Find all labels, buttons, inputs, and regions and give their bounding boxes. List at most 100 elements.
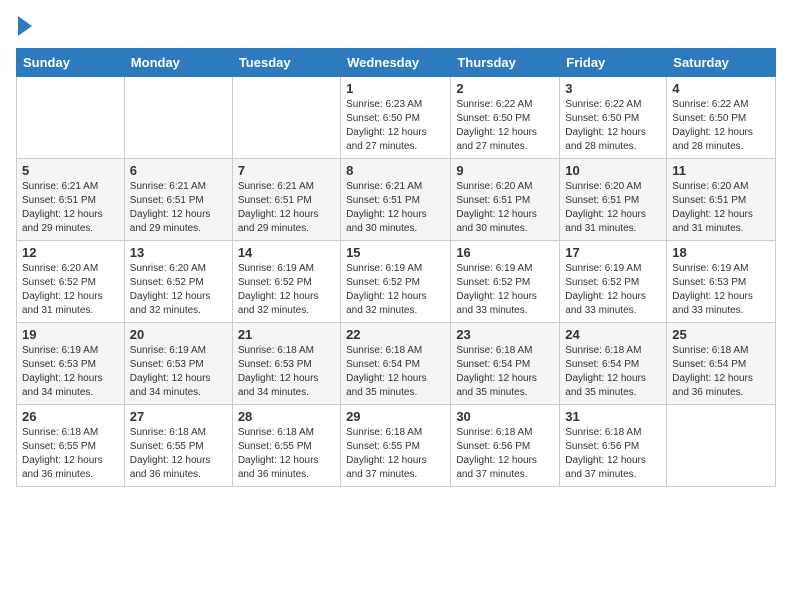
day-number: 31 [565,409,661,424]
day-number: 23 [456,327,554,342]
calendar-cell: 2 Sunrise: 6:22 AMSunset: 6:50 PMDaylight… [451,77,560,159]
calendar-cell: 16Sunrise: 6:19 AMSunset: 6:52 PMDayligh… [451,241,560,323]
day-info: Sunrise: 6:18 AMSunset: 6:55 PMDaylight:… [130,426,227,482]
day-number: 7 [238,163,335,178]
day-info: Sunrise: 6:19 AMSunset: 6:52 PMDaylight:… [456,262,554,318]
day-number: 17 [565,245,661,260]
day-number: 5 [22,163,119,178]
weekday-header-tuesday: Tuesday [232,49,340,77]
day-info: Sunrise: 6:19 AMSunset: 6:52 PMDaylight:… [238,262,335,318]
day-number: 13 [130,245,227,260]
weekday-header-row: SundayMondayTuesdayWednesdayThursdayFrid… [17,49,776,77]
week-row-1: 1 Sunrise: 6:23 AMSunset: 6:50 PMDaylight… [17,77,776,159]
calendar-cell: 6 Sunrise: 6:21 AMSunset: 6:51 PMDaylight… [124,159,232,241]
calendar-cell: 18 Sunrise: 6:19 AMSunset: 6:53 PMDayligh… [667,241,776,323]
calendar-cell: 10Sunrise: 6:20 AMSunset: 6:51 PMDayligh… [560,159,667,241]
day-number: 25 [672,327,770,342]
day-info: Sunrise: 6:22 AMSunset: 6:50 PMDaylight:… [456,98,554,154]
weekday-header-monday: Monday [124,49,232,77]
calendar-cell: 28 Sunrise: 6:18 AMSunset: 6:55 PMDayligh… [232,405,340,487]
day-info: Sunrise: 6:20 AMSunset: 6:51 PMDaylight:… [565,180,661,236]
calendar-cell: 31 Sunrise: 6:18 AMSunset: 6:56 PMDayligh… [560,405,667,487]
day-info: Sunrise: 6:22 AMSunset: 6:50 PMDaylight:… [672,98,770,154]
day-info: Sunrise: 6:18 AMSunset: 6:56 PMDaylight:… [456,426,554,482]
calendar-table: SundayMondayTuesdayWednesdayThursdayFrid… [16,48,776,487]
day-number: 12 [22,245,119,260]
day-number: 4 [672,81,770,96]
calendar-cell: 22 Sunrise: 6:18 AMSunset: 6:54 PMDayligh… [341,323,451,405]
calendar-cell: 5 Sunrise: 6:21 AMSunset: 6:51 PMDaylight… [17,159,125,241]
day-number: 29 [346,409,445,424]
day-info: Sunrise: 6:18 AMSunset: 6:56 PMDaylight:… [565,426,661,482]
day-info: Sunrise: 6:21 AMSunset: 6:51 PMDaylight:… [22,180,119,236]
calendar-cell: 25 Sunrise: 6:18 AMSunset: 6:54 PMDayligh… [667,323,776,405]
weekday-header-thursday: Thursday [451,49,560,77]
day-number: 30 [456,409,554,424]
week-row-4: 19 Sunrise: 6:19 AMSunset: 6:53 PMDayligh… [17,323,776,405]
calendar-cell: 8 Sunrise: 6:21 AMSunset: 6:51 PMDaylight… [341,159,451,241]
header [16,16,776,36]
day-info: Sunrise: 6:18 AMSunset: 6:54 PMDaylight:… [346,344,445,400]
day-number: 14 [238,245,335,260]
calendar-cell [667,405,776,487]
day-info: Sunrise: 6:19 AMSunset: 6:52 PMDaylight:… [565,262,661,318]
calendar-cell: 4 Sunrise: 6:22 AMSunset: 6:50 PMDaylight… [667,77,776,159]
day-info: Sunrise: 6:18 AMSunset: 6:55 PMDaylight:… [22,426,119,482]
day-info: Sunrise: 6:20 AMSunset: 6:51 PMDaylight:… [672,180,770,236]
day-number: 27 [130,409,227,424]
calendar-cell [17,77,125,159]
day-number: 28 [238,409,335,424]
day-info: Sunrise: 6:21 AMSunset: 6:51 PMDaylight:… [238,180,335,236]
logo [16,16,32,36]
day-info: Sunrise: 6:18 AMSunset: 6:54 PMDaylight:… [565,344,661,400]
calendar-cell: 7 Sunrise: 6:21 AMSunset: 6:51 PMDaylight… [232,159,340,241]
calendar-cell: 26 Sunrise: 6:18 AMSunset: 6:55 PMDayligh… [17,405,125,487]
day-info: Sunrise: 6:19 AMSunset: 6:52 PMDaylight:… [346,262,445,318]
day-number: 9 [456,163,554,178]
day-info: Sunrise: 6:23 AMSunset: 6:50 PMDaylight:… [346,98,445,154]
day-info: Sunrise: 6:18 AMSunset: 6:55 PMDaylight:… [238,426,335,482]
logo-arrow-icon [18,16,32,36]
calendar-cell: 30 Sunrise: 6:18 AMSunset: 6:56 PMDayligh… [451,405,560,487]
day-number: 26 [22,409,119,424]
calendar-cell: 21Sunrise: 6:18 AMSunset: 6:53 PMDayligh… [232,323,340,405]
day-info: Sunrise: 6:18 AMSunset: 6:55 PMDaylight:… [346,426,445,482]
day-number: 20 [130,327,227,342]
calendar-cell: 20 Sunrise: 6:19 AMSunset: 6:53 PMDayligh… [124,323,232,405]
day-number: 8 [346,163,445,178]
day-info: Sunrise: 6:20 AMSunset: 6:51 PMDaylight:… [456,180,554,236]
day-number: 11 [672,163,770,178]
weekday-header-saturday: Saturday [667,49,776,77]
day-number: 18 [672,245,770,260]
calendar-cell: 3 Sunrise: 6:22 AMSunset: 6:50 PMDaylight… [560,77,667,159]
weekday-header-wednesday: Wednesday [341,49,451,77]
day-info: Sunrise: 6:21 AMSunset: 6:51 PMDaylight:… [346,180,445,236]
day-number: 19 [22,327,119,342]
weekday-header-friday: Friday [560,49,667,77]
day-number: 22 [346,327,445,342]
day-number: 15 [346,245,445,260]
day-info: Sunrise: 6:20 AMSunset: 6:52 PMDaylight:… [130,262,227,318]
calendar-cell: 19Sunrise: 6:19 AMSunset: 6:53 PMDayligh… [17,323,125,405]
calendar-cell: 24 Sunrise: 6:18 AMSunset: 6:54 PMDayligh… [560,323,667,405]
day-info: Sunrise: 6:22 AMSunset: 6:50 PMDaylight:… [565,98,661,154]
day-info: Sunrise: 6:20 AMSunset: 6:52 PMDaylight:… [22,262,119,318]
week-row-2: 5 Sunrise: 6:21 AMSunset: 6:51 PMDaylight… [17,159,776,241]
day-number: 2 [456,81,554,96]
day-number: 3 [565,81,661,96]
day-info: Sunrise: 6:19 AMSunset: 6:53 PMDaylight:… [130,344,227,400]
day-info: Sunrise: 6:21 AMSunset: 6:51 PMDaylight:… [130,180,227,236]
day-info: Sunrise: 6:18 AMSunset: 6:53 PMDaylight:… [238,344,335,400]
calendar-cell [124,77,232,159]
calendar-cell: 9 Sunrise: 6:20 AMSunset: 6:51 PMDaylight… [451,159,560,241]
calendar-cell: 17 Sunrise: 6:19 AMSunset: 6:52 PMDayligh… [560,241,667,323]
day-info: Sunrise: 6:19 AMSunset: 6:53 PMDaylight:… [672,262,770,318]
day-number: 24 [565,327,661,342]
calendar-cell: 27 Sunrise: 6:18 AMSunset: 6:55 PMDayligh… [124,405,232,487]
calendar-cell: 12 Sunrise: 6:20 AMSunset: 6:52 PMDayligh… [17,241,125,323]
day-number: 6 [130,163,227,178]
calendar-cell: 11 Sunrise: 6:20 AMSunset: 6:51 PMDayligh… [667,159,776,241]
calendar-cell [232,77,340,159]
day-info: Sunrise: 6:18 AMSunset: 6:54 PMDaylight:… [672,344,770,400]
day-number: 1 [346,81,445,96]
